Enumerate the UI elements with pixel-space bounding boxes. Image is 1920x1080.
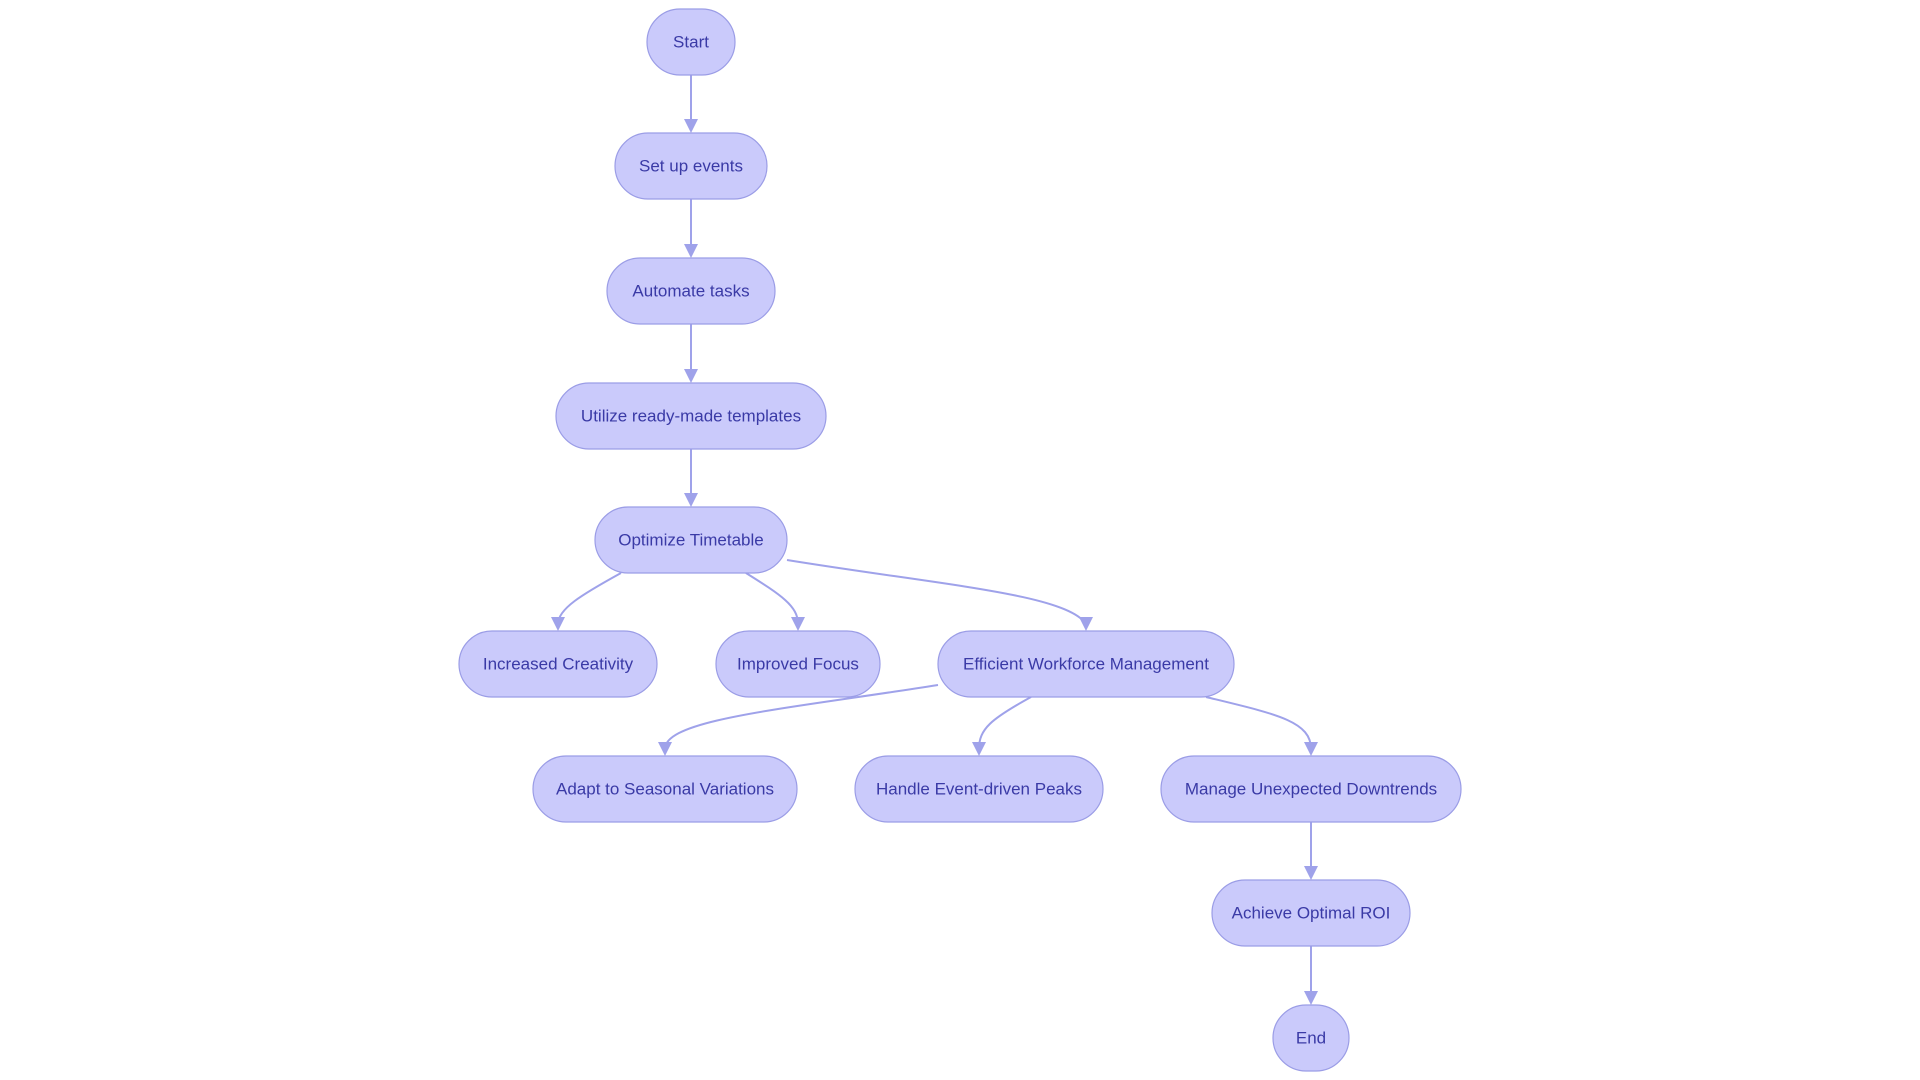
edge-workforce-to-peaks	[972, 696, 1032, 756]
arrowhead-icon	[684, 369, 698, 383]
node-workforce[interactable]: Efficient Workforce Management	[937, 630, 1235, 698]
node-setup[interactable]: Set up events	[614, 132, 768, 200]
node-label: Utilize ready-made templates	[581, 407, 801, 426]
edge-line	[978, 696, 1032, 750]
node-label: Optimize Timetable	[618, 531, 764, 550]
node-creativity[interactable]: Increased Creativity	[458, 630, 658, 698]
arrowhead-icon	[1304, 991, 1318, 1005]
node-downtrends[interactable]: Manage Unexpected Downtrends	[1160, 755, 1462, 823]
node-label: End	[1296, 1029, 1326, 1048]
node-start[interactable]: Start	[646, 8, 736, 76]
edge-optimize-to-workforce	[786, 559, 1093, 631]
node-label: Adapt to Seasonal Variations	[556, 780, 774, 799]
arrowhead-icon	[972, 742, 986, 756]
flowchart-canvas: Start Set up events Automate tasks Utilize …	[458, 8, 1462, 1072]
arrowhead-icon	[658, 742, 672, 756]
node-label: Increased Creativity	[483, 655, 634, 674]
node-automate[interactable]: Automate tasks	[606, 257, 776, 325]
node-seasonal[interactable]: Adapt to Seasonal Variations	[532, 755, 798, 823]
node-label: Manage Unexpected Downtrends	[1185, 780, 1437, 799]
edge-workforce-to-downtrends	[1205, 696, 1318, 756]
edge-line	[786, 559, 1087, 625]
edge-automate-to-templates	[684, 324, 698, 383]
edge-line	[557, 572, 622, 625]
edge-start-to-setup	[684, 75, 698, 133]
arrowhead-icon	[684, 119, 698, 133]
edge-optimize-to-creativity	[551, 572, 622, 631]
nodes-layer: Start Set up events Automate tasks Utilize …	[458, 8, 1462, 1072]
node-label: Improved Focus	[737, 655, 859, 674]
node-label: Achieve Optimal ROI	[1232, 904, 1391, 923]
edge-setup-to-automate	[684, 199, 698, 258]
edge-templates-to-optimize	[684, 449, 698, 507]
node-roi[interactable]: Achieve Optimal ROI	[1211, 879, 1411, 947]
node-optimize[interactable]: Optimize Timetable	[594, 506, 788, 574]
edge-roi-to-end	[1304, 946, 1318, 1005]
node-label: Automate tasks	[632, 282, 749, 301]
node-label: Start	[673, 33, 709, 52]
node-templates[interactable]: Utilize ready-made templates	[555, 382, 827, 450]
node-label: Handle Event-driven Peaks	[876, 780, 1082, 799]
node-focus[interactable]: Improved Focus	[715, 630, 881, 698]
edge-downtrends-to-roi	[1304, 822, 1318, 880]
node-label: Set up events	[639, 157, 743, 176]
node-label: Efficient Workforce Management	[963, 655, 1209, 674]
edge-line	[745, 572, 799, 625]
arrowhead-icon	[684, 493, 698, 507]
node-end[interactable]: End	[1272, 1004, 1350, 1072]
arrowhead-icon	[1304, 866, 1318, 880]
arrowhead-icon	[551, 617, 565, 631]
node-peaks[interactable]: Handle Event-driven Peaks	[854, 755, 1104, 823]
arrowhead-icon	[791, 617, 805, 631]
edge-optimize-to-focus	[745, 572, 805, 631]
arrowhead-icon	[684, 244, 698, 258]
arrowhead-icon	[1304, 742, 1318, 756]
edge-line	[1205, 696, 1312, 750]
arrowhead-icon	[1079, 617, 1093, 631]
